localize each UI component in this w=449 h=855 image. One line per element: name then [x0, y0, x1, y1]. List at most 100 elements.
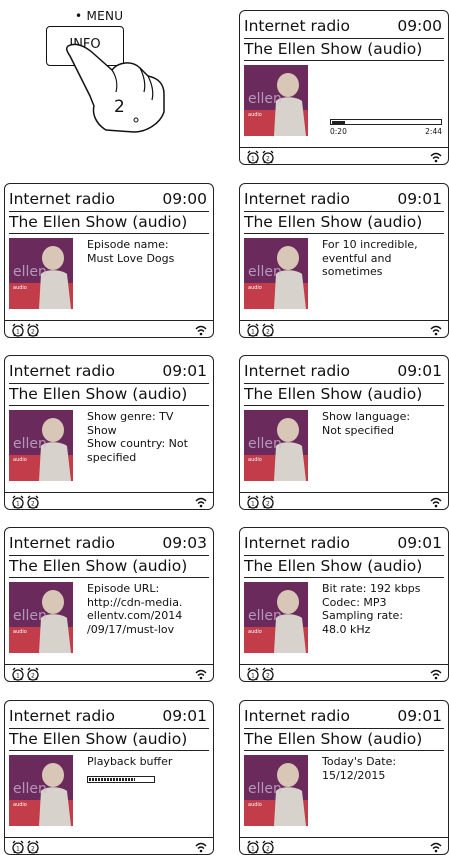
- info-text: Today's Date: 15/12/2015: [322, 755, 397, 782]
- svg-text:1: 1: [16, 673, 20, 680]
- screen-header: Internet radio 09:00: [9, 189, 207, 209]
- svg-text:1: 1: [16, 501, 20, 508]
- info-text: Show genre: TV Show Show country: Not sp…: [87, 410, 188, 464]
- album-art-image: ellen audio: [244, 65, 308, 136]
- radio-screen-6: Internet radio 09:03 The Ellen Show (aud…: [4, 527, 214, 682]
- station-divider: [244, 60, 444, 61]
- clock-time: 09:01: [397, 707, 442, 725]
- svg-text:1: 1: [251, 846, 255, 853]
- svg-text:1: 1: [251, 673, 255, 680]
- pressing-hand-icon: 2: [65, 43, 165, 133]
- album-art-image: ellen audio: [9, 238, 73, 309]
- source-label: Internet radio: [244, 362, 350, 380]
- album-art-image: ellen audio: [9, 755, 73, 826]
- album-art-image: ellen audio: [9, 410, 73, 481]
- wifi-signal-icon: [430, 669, 442, 680]
- svg-text:audio: audio: [248, 285, 262, 291]
- wifi-signal-icon: [195, 842, 207, 853]
- radio-screen-7: Internet radio 09:01 The Ellen Show (aud…: [239, 527, 449, 682]
- svg-text:2: 2: [31, 501, 35, 508]
- album-art-image: ellen audio: [244, 755, 308, 826]
- station-divider: [244, 750, 444, 751]
- screen-header: Internet radio 09:01: [9, 361, 207, 381]
- source-label: Internet radio: [9, 362, 115, 380]
- svg-text:audio: audio: [248, 629, 262, 635]
- source-label: Internet radio: [9, 190, 115, 208]
- source-label: Internet radio: [244, 707, 350, 725]
- station-divider: [9, 233, 209, 234]
- svg-text:2: 2: [266, 156, 270, 163]
- screen-header: Internet radio 09:01: [9, 706, 207, 726]
- svg-text:2: 2: [31, 673, 35, 680]
- album-art-image: ellen audio: [244, 238, 308, 309]
- source-label: Internet radio: [9, 534, 115, 552]
- station-divider: [244, 577, 444, 578]
- screen-header: Internet radio 09:01: [244, 706, 442, 726]
- svg-text:audio: audio: [248, 457, 262, 463]
- station-divider: [9, 405, 209, 406]
- screen-header: Internet radio 09:01: [244, 189, 442, 209]
- alarm-clock-icon: 1 2: [247, 323, 274, 337]
- station-name: The Ellen Show (audio): [244, 557, 423, 575]
- footer-divider: [240, 147, 448, 148]
- radio-screen-2: Internet radio 09:00 The Ellen Show (aud…: [4, 183, 214, 338]
- station-name: The Ellen Show (audio): [9, 385, 188, 403]
- screen-header: Internet radio 09:00: [244, 16, 442, 36]
- screen-header: Internet radio 09:01: [244, 533, 442, 553]
- total-time: 2:44: [425, 127, 442, 136]
- footer-divider: [240, 320, 448, 321]
- svg-text:ellen: ellen: [13, 781, 47, 797]
- svg-text:ellen: ellen: [248, 264, 282, 280]
- svg-text:2: 2: [266, 501, 270, 508]
- radio-screen-5: Internet radio 09:01 The Ellen Show (aud…: [239, 355, 449, 510]
- screen-header: Internet radio 09:03: [9, 533, 207, 553]
- wifi-signal-icon: [195, 325, 207, 336]
- svg-text:audio: audio: [13, 285, 27, 291]
- alarm-clock-icon: 1 2: [247, 495, 274, 509]
- clock-time: 09:00: [162, 190, 207, 208]
- alarm-clock-icon: 1 2: [247, 667, 274, 681]
- menu-label: • MENU: [75, 9, 124, 23]
- svg-text:1: 1: [251, 501, 255, 508]
- album-art-image: ellen audio: [9, 582, 73, 653]
- svg-text:audio: audio: [13, 802, 27, 808]
- svg-text:ellen: ellen: [248, 608, 282, 624]
- progress-track: [330, 119, 442, 125]
- svg-text:audio: audio: [13, 629, 27, 635]
- footer-divider: [5, 837, 213, 838]
- svg-text:ellen: ellen: [248, 436, 282, 452]
- clock-time: 09:01: [162, 707, 207, 725]
- station-name: The Ellen Show (audio): [9, 213, 188, 231]
- wifi-signal-icon: [195, 669, 207, 680]
- svg-text:2: 2: [266, 329, 270, 336]
- svg-text:2: 2: [31, 329, 35, 336]
- screen-header: Internet radio 09:01: [244, 361, 442, 381]
- footer-divider: [5, 492, 213, 493]
- radio-screen-1: Internet radio 09:00 The Ellen Show (aud…: [239, 10, 449, 165]
- svg-text:2: 2: [31, 846, 35, 853]
- svg-text:1: 1: [251, 156, 255, 163]
- svg-text:ellen: ellen: [248, 91, 282, 107]
- wifi-signal-icon: [430, 497, 442, 508]
- footer-divider: [5, 664, 213, 665]
- info-text: Playback buffer: [87, 755, 173, 768]
- svg-text:ellen: ellen: [13, 436, 47, 452]
- source-label: Internet radio: [9, 707, 115, 725]
- alarm-clock-icon: 1 2: [247, 840, 274, 854]
- info-text: Bit rate: 192 kbps Codec: MP3 Sampling r…: [322, 582, 421, 636]
- info-text: For 10 incredible, eventful and sometime…: [322, 238, 418, 278]
- station-name: The Ellen Show (audio): [244, 385, 423, 403]
- clock-time: 09:00: [397, 17, 442, 35]
- radio-screen-3: Internet radio 09:01 The Ellen Show (aud…: [239, 183, 449, 338]
- svg-text:1: 1: [16, 329, 20, 336]
- info-text: Episode name: Must Love Dogs: [87, 238, 175, 265]
- station-divider: [244, 405, 444, 406]
- album-art-image: ellen audio: [244, 410, 308, 481]
- svg-text:2: 2: [266, 846, 270, 853]
- info-text: Show language: Not specified: [322, 410, 411, 437]
- alarm-clock-icon: 1 2: [12, 495, 39, 509]
- alarm-clock-icon: 1 2: [12, 840, 39, 854]
- svg-text:ellen: ellen: [13, 264, 47, 280]
- svg-text:audio: audio: [13, 457, 27, 463]
- elapsed-time: 0:20: [330, 127, 347, 136]
